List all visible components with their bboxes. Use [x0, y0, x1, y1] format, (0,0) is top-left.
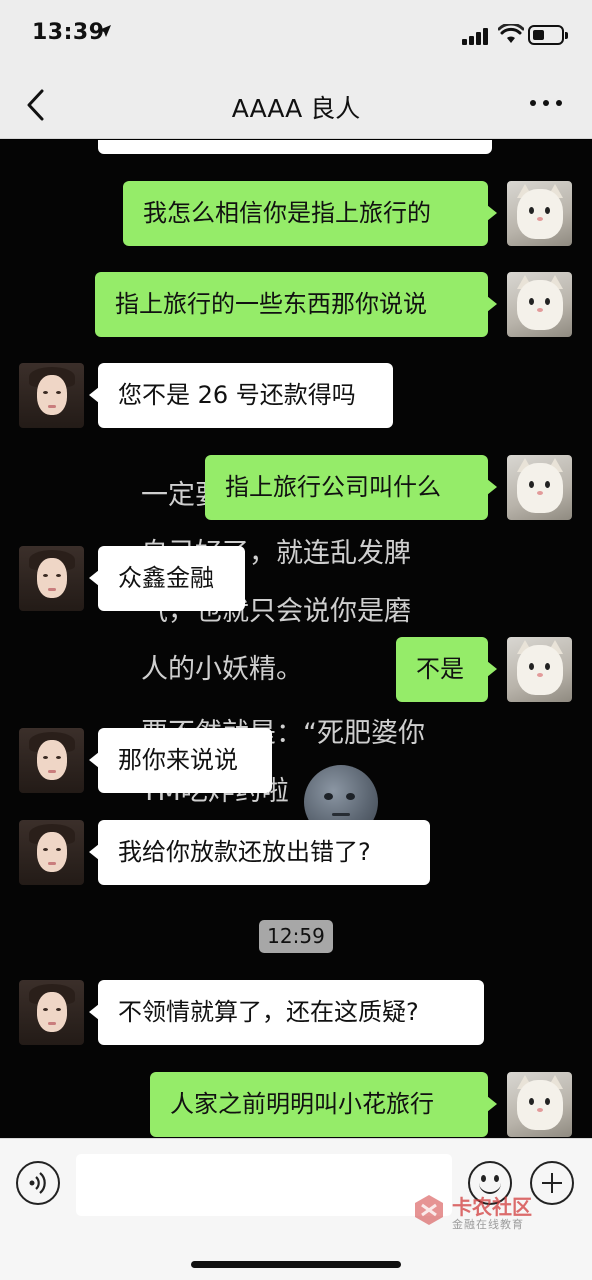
avatar-self[interactable] [507, 272, 572, 337]
message-bubble-received[interactable]: 不领情就算了，还在这质疑? [89, 980, 484, 1045]
top-bar: 13:39 AAAA 良人 [0, 0, 592, 139]
message-bubble-received[interactable]: 众鑫金融 [89, 546, 245, 611]
avatar-contact[interactable] [19, 363, 84, 428]
input-bar: 卡农社区 金融在线教育 [0, 1138, 592, 1280]
chat-title: AAAA 良人 [231, 94, 361, 123]
avatar-self[interactable] [507, 455, 572, 520]
message-bubble-received[interactable]: 您不是 26 号还款得吗 [89, 363, 393, 428]
message-input[interactable] [76, 1154, 452, 1216]
time-separator: 12:59 [259, 920, 333, 953]
avatar-contact[interactable] [19, 728, 84, 793]
message-bubble-sent[interactable]: 不是 [396, 637, 497, 702]
message-bubble-received[interactable]: 那你来说说 [89, 728, 272, 793]
wifi-icon [498, 24, 524, 43]
message-bubble-received[interactable]: 我给你放款还放出错了? [89, 820, 430, 885]
message-bubble-sent[interactable]: 我怎么相信你是指上旅行的 [123, 181, 497, 246]
location-arrow-icon [99, 25, 111, 37]
more-options-icon[interactable] [526, 98, 566, 110]
avatar-self[interactable] [507, 637, 572, 702]
partial-message-bubble [98, 140, 492, 154]
avatar-self[interactable] [507, 181, 572, 246]
home-indicator[interactable] [191, 1261, 401, 1268]
avatar-contact[interactable] [19, 546, 84, 611]
chat-area[interactable]: 一定要 自己好了，就连乱发脾 气，也就只会说你是磨 人的小妖精。 要不然就是：“… [0, 140, 592, 1138]
voice-input-icon[interactable] [16, 1161, 60, 1205]
message-bubble-sent[interactable]: 指上旅行的一些东西那你说说 [95, 272, 497, 337]
avatar-self[interactable] [507, 1072, 572, 1137]
avatar-contact[interactable] [19, 980, 84, 1045]
background-image-text: 人的小妖精。 [141, 654, 303, 685]
watermark-subtitle: 金融在线教育 [452, 1218, 524, 1231]
battery-icon [528, 25, 568, 45]
message-bubble-sent[interactable]: 指上旅行公司叫什么 [205, 455, 497, 520]
cellular-signal-icon [462, 27, 490, 45]
watermark: 卡农社区 金融在线教育 [412, 1191, 552, 1235]
avatar-contact[interactable] [19, 820, 84, 885]
status-time: 13:39 [32, 20, 105, 45]
message-bubble-sent[interactable]: 人家之前明明叫小花旅行 [150, 1072, 497, 1137]
watermark-logo-icon [415, 1195, 443, 1225]
